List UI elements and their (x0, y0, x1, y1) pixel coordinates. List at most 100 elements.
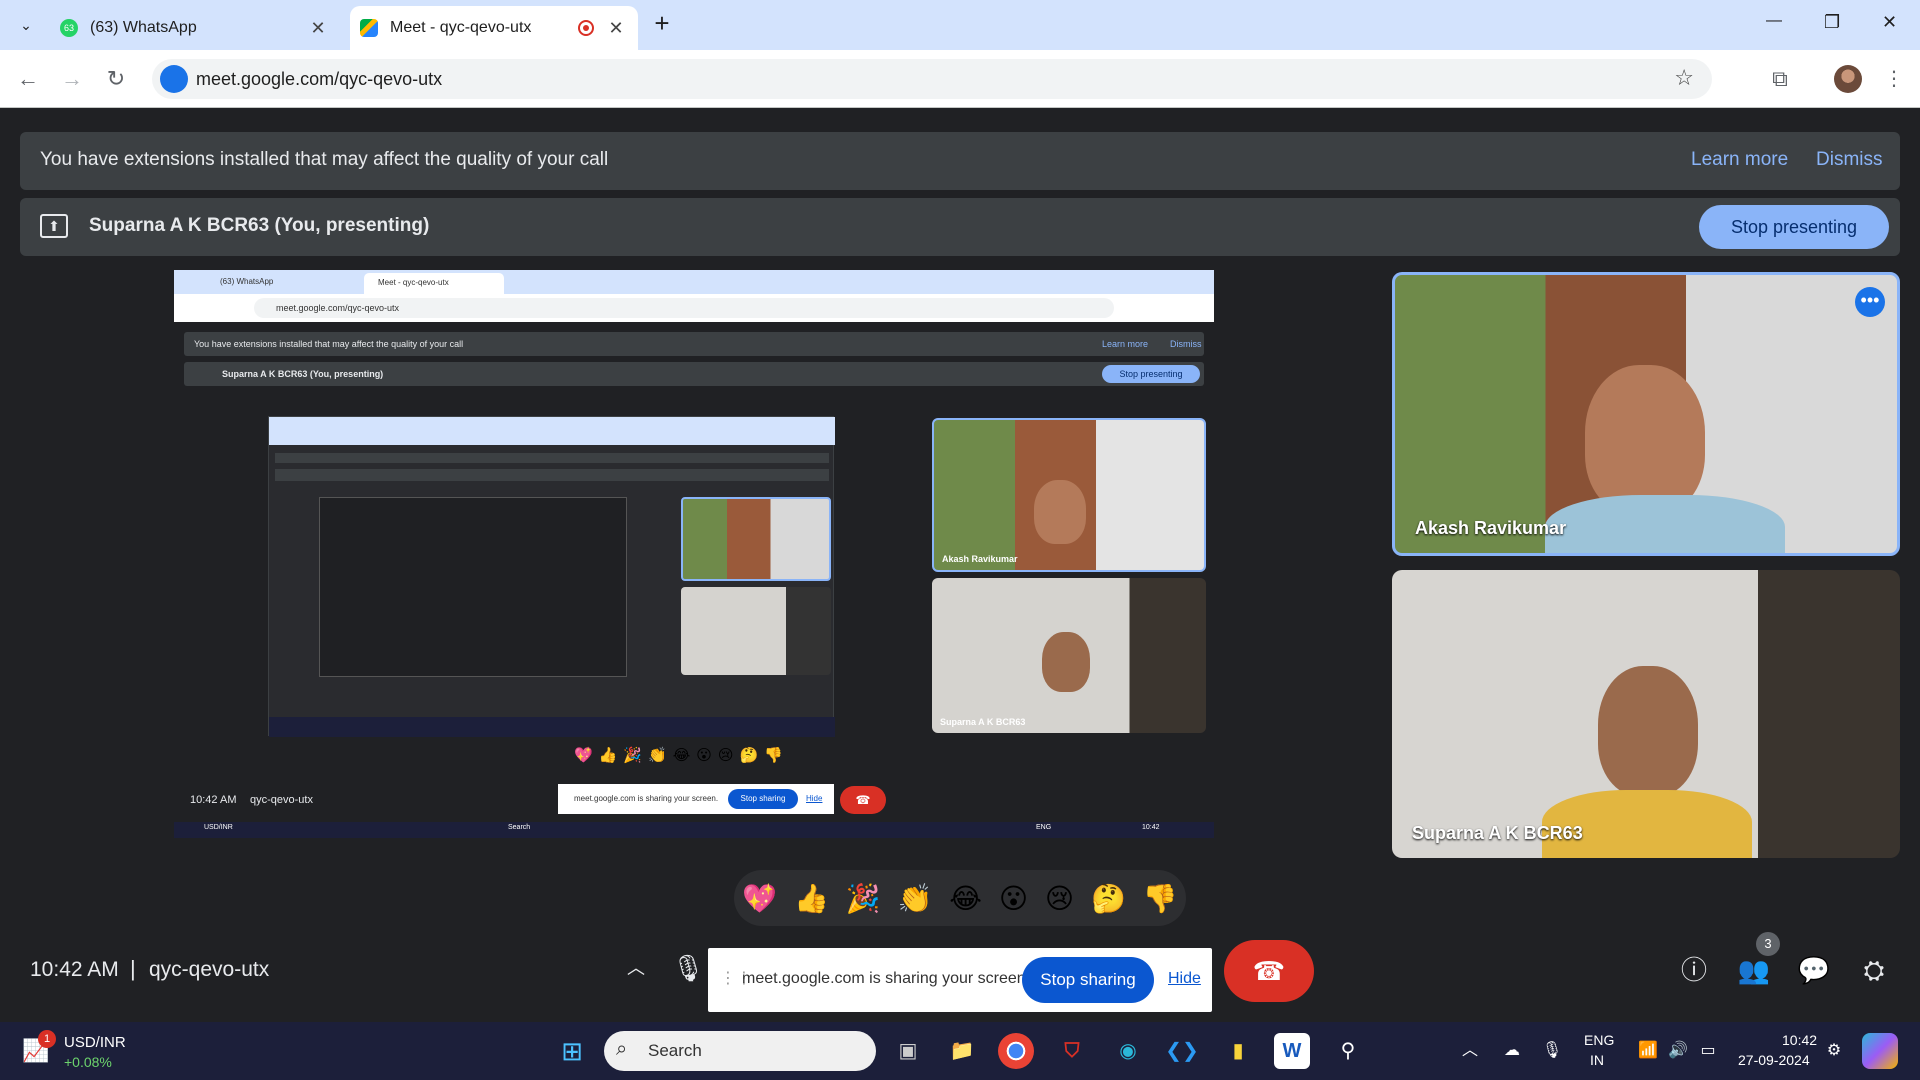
activities-icon[interactable]: ⛭ (1850, 946, 1898, 994)
search-label: Search (648, 1041, 702, 1060)
browser-tab-strip: ⌄ 63 (63) WhatsApp ✕ Meet - qyc-qevo-utx… (0, 0, 1920, 50)
address-bar[interactable]: meet.google.com/qyc-qevo-utx ☆ (152, 59, 1712, 99)
notification-settings-icon[interactable]: ⚙ (1816, 1033, 1852, 1069)
participant-tile-suparna[interactable]: Suparna A K BCR63 (1392, 570, 1900, 858)
preview-nested-screen (268, 416, 835, 737)
vscode-icon[interactable]: ❮❯ (1164, 1033, 1200, 1069)
tab-whatsapp[interactable]: 63 (63) WhatsApp ✕ (50, 6, 340, 50)
region-indicator: IN (1590, 1052, 1604, 1068)
people-count-badge: 3 (1756, 932, 1780, 956)
taskbar-search-box[interactable]: ⌕ Search (604, 1031, 876, 1071)
reaction-emoji[interactable]: 🎉 (846, 882, 881, 915)
maps-pin-icon[interactable]: ⚲ (1330, 1033, 1366, 1069)
extension-warning-banner: You have extensions installed that may a… (20, 132, 1900, 190)
preview-stop-presenting: Stop presenting (1102, 365, 1200, 383)
stop-sharing-button[interactable]: Stop sharing (1022, 957, 1154, 1003)
preview-hide: Hide (806, 794, 823, 803)
preview-lang: ENG (1036, 824, 1052, 831)
preview-tab-title: Meet - qyc-qevo-utx (378, 278, 449, 287)
notification-badge: 1 (38, 1030, 56, 1048)
close-tab-icon[interactable]: ✕ (306, 18, 330, 39)
restore-button[interactable]: ❐ (1824, 12, 1840, 33)
mcafee-icon[interactable]: ⛉ (1054, 1033, 1090, 1069)
extensions-icon[interactable]: ⧉ (1764, 63, 1796, 95)
new-tab-button[interactable]: + (650, 8, 674, 39)
reaction-emoji[interactable]: 🤔 (1091, 882, 1126, 915)
preview-tile-name: Suparna A K BCR63 (940, 717, 1026, 727)
forward-icon[interactable]: → (56, 63, 88, 95)
close-tab-icon[interactable]: ✕ (604, 18, 628, 39)
stop-presenting-button[interactable]: Stop presenting (1699, 205, 1889, 249)
menu-kebab-icon[interactable]: ⋮ (1878, 63, 1910, 95)
meeting-code: qyc-qevo-utx (149, 958, 270, 981)
learn-more-link[interactable]: Learn more (1691, 149, 1788, 171)
browser-toolbar: ← → ↻ meet.google.com/qyc-qevo-utx ☆ ⧉ ⋮ (0, 50, 1920, 108)
clock-date: 27-09-2024 (1738, 1052, 1810, 1068)
reaction-emoji[interactable]: 💖 (742, 882, 777, 915)
back-icon[interactable]: ← (12, 63, 44, 95)
sticky-notes-icon[interactable]: ▮ (1220, 1033, 1256, 1069)
preview-tab-meet: Meet - qyc-qevo-utx (364, 273, 504, 294)
preview-clock: 10:42 (1142, 824, 1160, 831)
preview-stop-sharing: Stop sharing (728, 789, 798, 809)
tab-meet[interactable]: Meet - qyc-qevo-utx ✕ (350, 6, 638, 50)
file-explorer-icon[interactable]: 📁 (944, 1033, 980, 1069)
reaction-emoji[interactable]: 😂 (949, 882, 982, 915)
clock-time[interactable]: 10:42 (1782, 1032, 1817, 1048)
reaction-emoji[interactable]: 😮 (999, 882, 1028, 915)
screen-sharing-notice: ⋮⋮ meet.google.com is sharing your scree… (708, 948, 1212, 1012)
preview-learn-more: Learn more (1102, 339, 1149, 349)
nested-banner (275, 453, 829, 463)
mic-tray-icon[interactable]: 🎙 (1534, 1033, 1570, 1069)
present-screen-icon: ⬆ (40, 214, 68, 238)
hide-link[interactable]: Hide (1168, 970, 1201, 988)
preview-code: qyc-qevo-utx (250, 794, 313, 806)
bookmark-star-icon[interactable]: ☆ (1674, 65, 1694, 91)
stock-widget[interactable]: 📈 1 USD/INR +0.08% (22, 1028, 142, 1074)
chat-icon[interactable]: 💬 (1790, 946, 1838, 994)
windows-taskbar: 📈 1 USD/INR +0.08% ⊞ ⌕ Search ▣ 📁 ⛉ ◉ ❮❯… (0, 1022, 1920, 1080)
task-view-icon[interactable]: ▣ (890, 1033, 926, 1069)
reaction-emoji[interactable]: 😢 (1045, 882, 1074, 915)
show-hidden-icons[interactable]: ︿ (1452, 1033, 1488, 1069)
participant-body (1545, 495, 1785, 553)
site-info-icon[interactable] (160, 65, 188, 93)
reaction-emoji[interactable]: 👏 (898, 882, 933, 915)
onedrive-icon[interactable]: ☁ (1494, 1033, 1530, 1069)
nested-tile-suparna (681, 587, 831, 675)
microphone-icon[interactable]: 🎙 (664, 944, 712, 992)
copilot-icon[interactable] (1862, 1033, 1898, 1069)
whatsapp-icon: 63 (60, 19, 78, 37)
edge-icon[interactable]: ◉ (1110, 1033, 1146, 1069)
reload-icon[interactable]: ↻ (100, 63, 132, 95)
tab-search-button[interactable]: ⌄ (12, 11, 40, 39)
preview-toolbar: meet.google.com/qyc-qevo-utx (174, 294, 1214, 322)
more-options-icon[interactable]: ••• (1855, 287, 1885, 317)
battery-icon[interactable]: ▭ (1690, 1033, 1726, 1069)
preview-presenting-text: Suparna A K BCR63 (You, presenting) (222, 369, 384, 379)
banner-text: You have extensions installed that may a… (40, 149, 609, 170)
windows-start-icon[interactable]: ⊞ (554, 1033, 590, 1069)
more-controls-chevron-icon[interactable]: ︿ (612, 944, 660, 992)
nested-chrome (269, 417, 835, 445)
reaction-emoji[interactable]: 👎 (1143, 882, 1178, 915)
chrome-icon[interactable] (998, 1033, 1034, 1069)
dismiss-link[interactable]: Dismiss (1816, 149, 1883, 171)
end-call-button[interactable]: ☎ (1224, 940, 1314, 1002)
participant-tile-akash[interactable]: ••• Akash Ravikumar (1392, 272, 1900, 556)
close-window-button[interactable]: ✕ (1882, 12, 1897, 33)
preview-end-call: ☎ (840, 786, 886, 814)
lang-indicator[interactable]: ENG (1584, 1032, 1614, 1048)
meeting-time: 10:42 AM (30, 958, 119, 981)
word-icon[interactable]: W (1274, 1033, 1310, 1069)
preview-tab-whatsapp: (63) WhatsApp (220, 277, 274, 286)
participant-name: Akash Ravikumar (1415, 518, 1567, 538)
tab-title: Meet - qyc-qevo-utx (390, 19, 532, 36)
reaction-emoji[interactable]: 👍 (794, 882, 829, 915)
profile-avatar[interactable] (1834, 65, 1862, 93)
tab-title: (63) WhatsApp (90, 19, 197, 36)
preview-tab-strip: (63) WhatsApp Meet - qyc-qevo-utx (174, 270, 1214, 294)
meeting-details-icon[interactable]: ⓘ (1670, 946, 1718, 994)
minimize-button[interactable]: — (1766, 12, 1782, 30)
meeting-separator: | (130, 956, 136, 981)
